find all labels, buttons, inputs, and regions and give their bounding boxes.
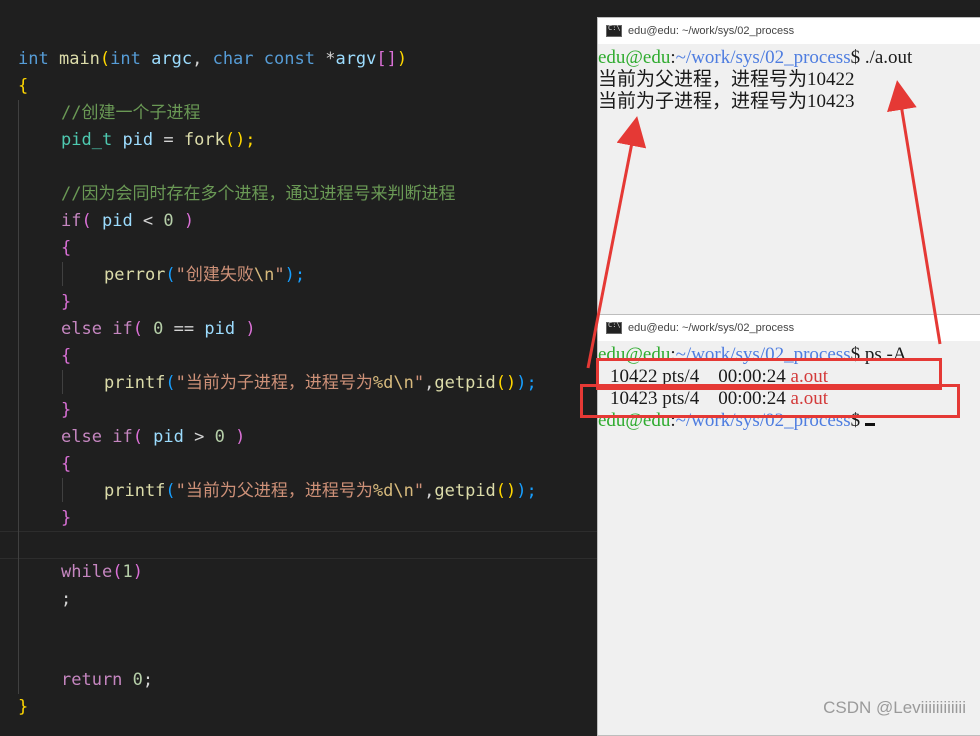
arrow-to-child-output — [586, 116, 647, 369]
arrow-to-parent-output — [887, 80, 942, 345]
annotation-arrows — [586, 80, 942, 369]
watermark: CSDN @Leviiiiiiiiiiii — [823, 698, 966, 717]
